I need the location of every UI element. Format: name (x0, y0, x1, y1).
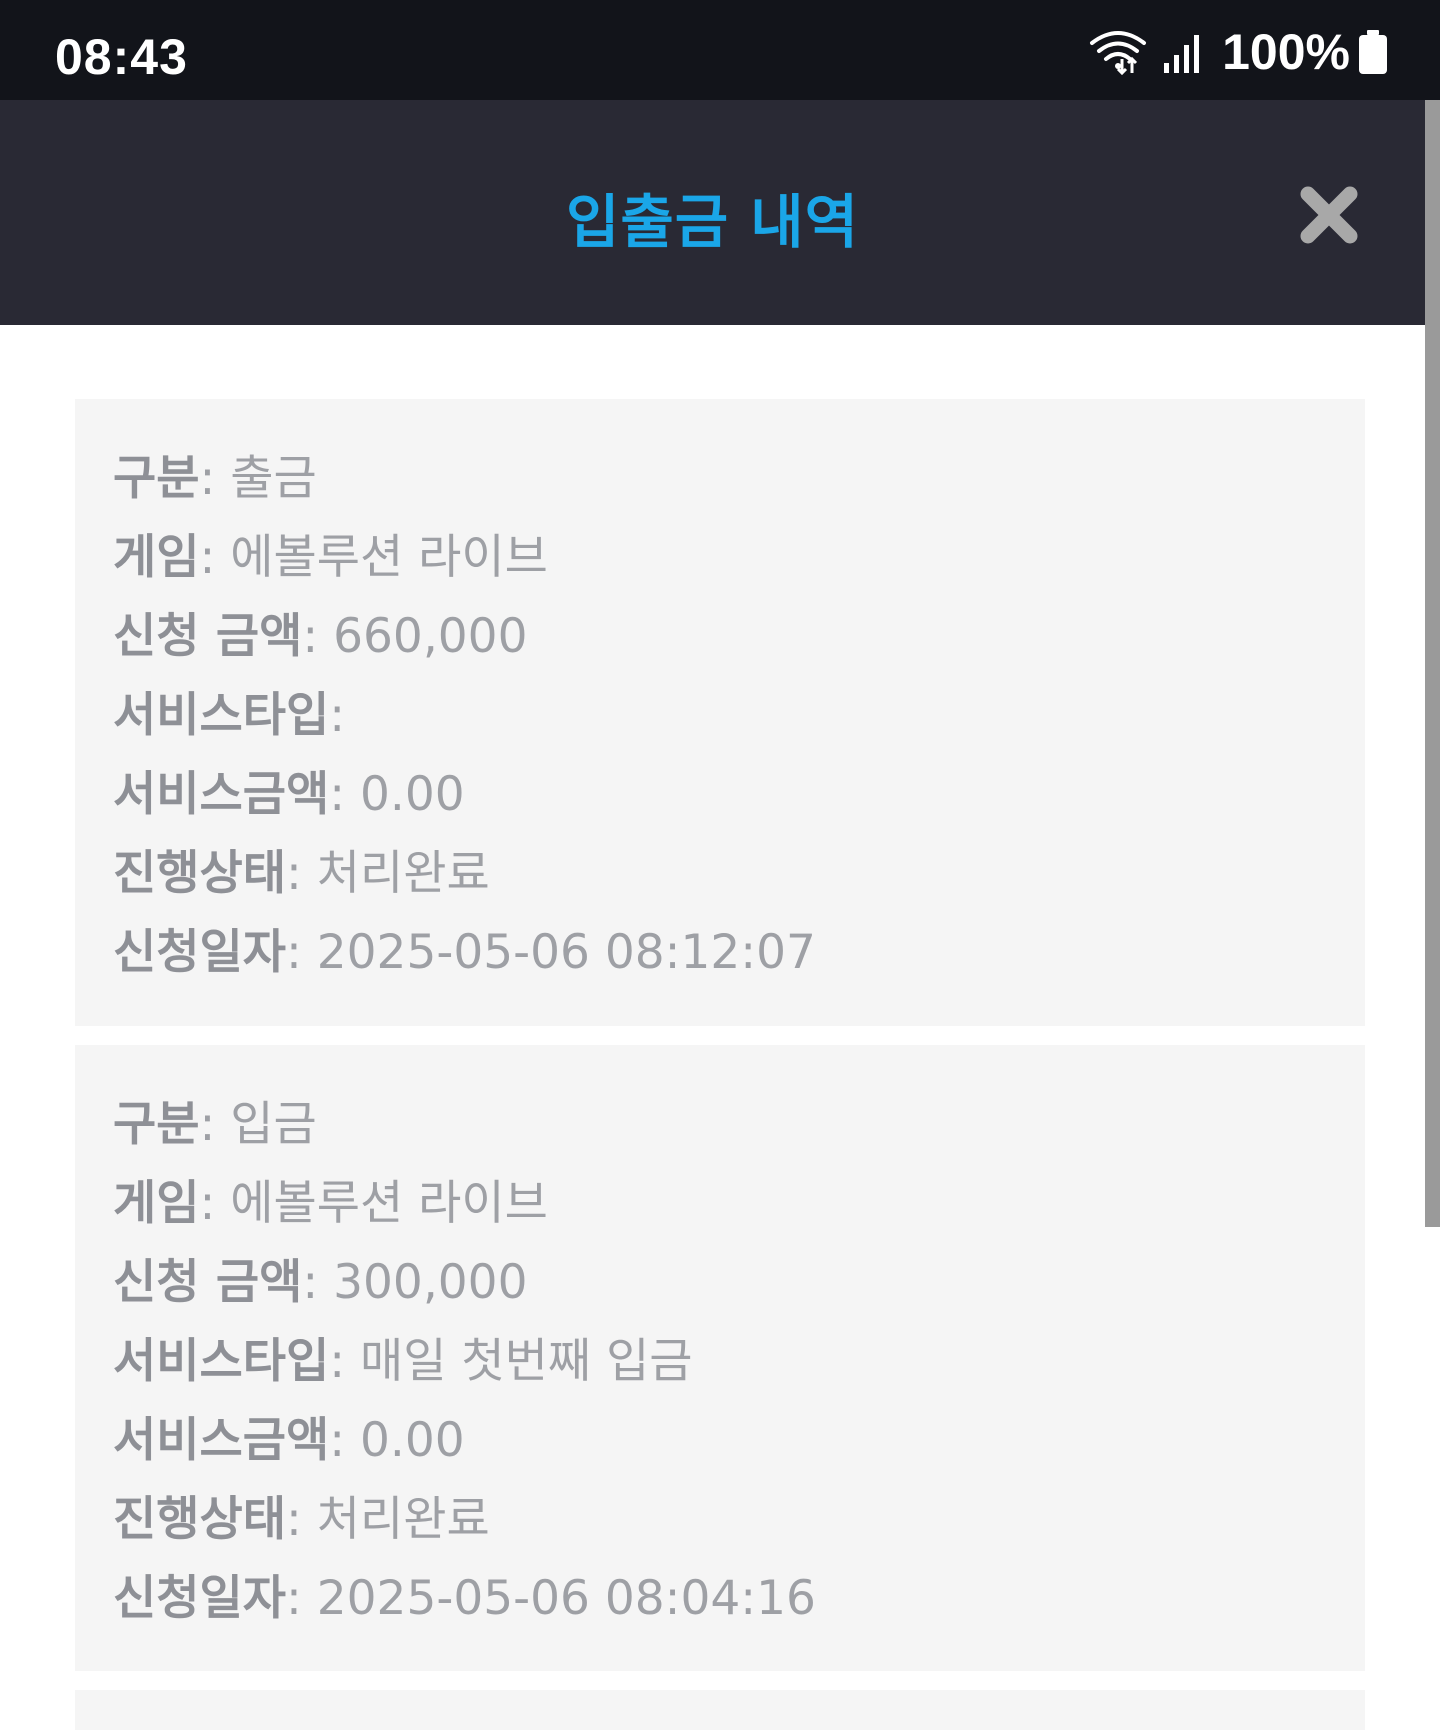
field-value: 처리완료 (316, 1492, 490, 1547)
field-value: 매일 첫번째 입금 (359, 1334, 693, 1389)
record-field-type: 구분: 출금 (113, 439, 1365, 518)
field-label: 신청일자 (113, 1571, 286, 1626)
scrollbar[interactable] (1425, 100, 1440, 1227)
field-value: 에볼루션 라이브 (230, 1176, 548, 1231)
record-field-date: 신청일자: 2025-05-06 08:04:16 (113, 1559, 1365, 1638)
field-separator: : (285, 1492, 317, 1547)
record-card: 구분: 입금 게임: 에볼루션 라이브 신청 금액: 300,000 서비스타입… (75, 1045, 1365, 1671)
field-value: 처리완료 (316, 846, 490, 901)
field-label: 서비스타입 (113, 688, 330, 743)
field-separator: : (302, 1255, 334, 1310)
record-field-game: 게임: 에볼루션 라이브 (113, 1164, 1365, 1243)
records-list: 구분: 출금 게임: 에볼루션 라이브 신청 금액: 660,000 서비스타입… (75, 399, 1365, 1730)
record-field-service-amount: 서비스금액: 0.00 (113, 755, 1365, 834)
record-field-service-type: 서비스타입: (113, 676, 1365, 755)
field-separator: : (199, 530, 231, 585)
field-label: 신청 금액 (113, 1255, 303, 1310)
status-time: 08:43 (55, 29, 188, 85)
field-separator: : (199, 451, 231, 506)
field-separator: : (329, 767, 360, 822)
field-separator: : (285, 846, 317, 901)
status-icons: 100% (1088, 24, 1388, 80)
field-separator: : (329, 1413, 360, 1468)
record-field-service-type: 서비스타입: 매일 첫번째 입금 (113, 1322, 1365, 1401)
page-title: 입출금 내역 (566, 188, 859, 256)
field-label: 게임 (113, 1176, 200, 1231)
record-card (75, 1690, 1365, 1730)
field-separator: : (285, 1571, 317, 1626)
field-label: 신청 금액 (113, 609, 303, 664)
record-field-amount: 신청 금액: 300,000 (113, 1243, 1365, 1322)
field-value: 0.00 (359, 767, 465, 822)
field-value: 2025-05-06 08:04:16 (316, 1571, 816, 1626)
close-icon (1300, 186, 1358, 244)
record-field-status: 진행상태: 처리완료 (113, 1480, 1365, 1559)
field-separator: : (329, 1334, 360, 1389)
field-value: 300,000 (333, 1255, 528, 1310)
battery-icon (1359, 30, 1387, 74)
field-label: 신청일자 (113, 925, 286, 980)
field-separator: : (199, 1097, 231, 1152)
field-value: 660,000 (333, 609, 528, 664)
field-value: 출금 (230, 451, 317, 506)
field-label: 진행상태 (113, 846, 286, 901)
field-value: 입금 (230, 1097, 317, 1152)
record-field-service-amount: 서비스금액: 0.00 (113, 1401, 1365, 1480)
record-field-date: 신청일자: 2025-05-06 08:12:07 (113, 913, 1365, 992)
record-card: 구분: 출금 게임: 에볼루션 라이브 신청 금액: 660,000 서비스타입… (75, 399, 1365, 1026)
field-label: 진행상태 (113, 1492, 286, 1547)
field-label: 구분 (113, 1097, 200, 1152)
record-field-type: 구분: 입금 (113, 1085, 1365, 1164)
field-label: 구분 (113, 451, 200, 506)
field-separator: : (199, 1176, 231, 1231)
field-value: 0.00 (359, 1413, 465, 1468)
status-bar: 08:43 100% (0, 0, 1440, 100)
modal-header: 입출금 내역 (0, 100, 1425, 325)
record-field-game: 게임: 에볼루션 라이브 (113, 518, 1365, 597)
field-separator: : (329, 688, 346, 743)
wifi-icon (1090, 31, 1147, 75)
field-label: 서비스금액 (113, 1413, 330, 1468)
field-value: 에볼루션 라이브 (230, 530, 548, 585)
record-field-status: 진행상태: 처리완료 (113, 834, 1365, 913)
field-separator: : (285, 925, 317, 980)
record-field-amount: 신청 금액: 660,000 (113, 597, 1365, 676)
close-button[interactable] (1296, 182, 1362, 248)
field-label: 게임 (113, 530, 200, 585)
field-label: 서비스타입 (113, 1334, 330, 1389)
field-label: 서비스금액 (113, 767, 330, 822)
field-value: 2025-05-06 08:12:07 (316, 925, 816, 980)
battery-percentage: 100% (1222, 24, 1350, 80)
signal-icon (1164, 35, 1200, 73)
field-separator: : (302, 609, 334, 664)
